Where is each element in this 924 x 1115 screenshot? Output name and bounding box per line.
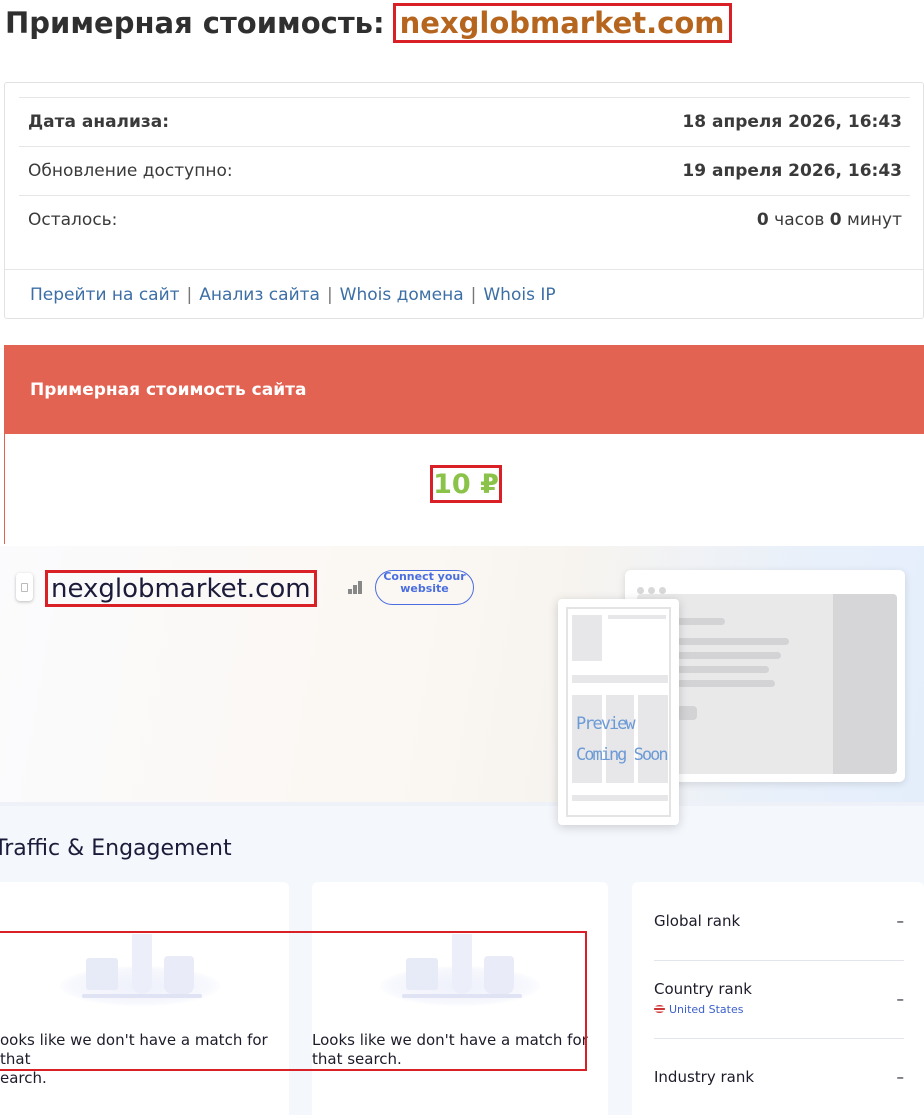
page-title: Примерная стоимость: nexglobmarket.com [5,2,732,44]
site-links: Перейти на сайт | Анализ сайта | Whois д… [5,269,923,319]
industry-rank-label: Industry rank [654,1068,755,1086]
analysis-info-card: Дата анализа: 18 апреля 2026, 16:43 Обно… [4,82,924,319]
preview-mobile-mockup: Preview Coming Soon [558,599,679,825]
us-flag-icon [654,1005,665,1013]
remaining-value: 0 часов 0 минут [757,210,902,230]
analysis-date-value: 18 апреля 2026, 16:43 [682,112,902,132]
rank-divider [654,960,904,961]
traffic-engagement-title: Traffic & Engagement [0,836,232,861]
global-rank-label: Global rank [654,912,741,930]
whois-domain-link[interactable]: Whois домена [340,285,464,305]
go-to-site-link[interactable]: Перейти на сайт [30,285,180,305]
remaining-label: Осталось: [28,210,118,230]
document-icon [16,573,33,601]
preview-label: Preview [576,714,636,734]
rank-card: Global rank – Country rank – United Stat… [632,882,924,1115]
link-separator: | [470,284,477,305]
global-rank-value: – [896,912,905,930]
industry-rank-value: – [896,1068,905,1086]
country-link[interactable]: United States [654,1003,744,1016]
update-available-label: Обновление доступно: [28,161,233,181]
analysis-date-label: Дата анализа: [28,112,170,132]
country-name: United States [669,1003,744,1016]
update-available-row: Обновление доступно: 19 апреля 2026, 16:… [19,146,910,195]
remaining-hours: 0 [756,210,769,230]
link-separator: | [326,284,333,305]
country-rank-label: Country rank [654,980,752,998]
similarweb-domain: nexglobmarket.com [45,570,317,607]
highlight-frame [0,931,587,1071]
title-domain: nexglobmarket.com [392,3,732,43]
similarweb-widget: nexglobmarket.com Connect your website P… [0,546,924,1115]
title-prefix: Примерная стоимость: [5,6,385,40]
whois-ip-link[interactable]: Whois IP [483,285,555,305]
preview-coming-soon: Preview Coming Soon [576,709,669,771]
site-analysis-link[interactable]: Анализ сайта [199,285,320,305]
bars-icon [348,581,365,594]
connect-website-button[interactable]: Connect your website [375,570,474,605]
remaining-row: Осталось: 0 часов 0 минут [19,195,910,244]
remaining-minutes-unit: минут [847,210,902,230]
country-rank-value: – [896,990,905,1008]
link-separator: | [186,284,193,305]
analysis-date-row: Дата анализа: 18 апреля 2026, 16:43 [19,97,910,146]
update-available-value: 19 апреля 2026, 16:43 [682,161,902,181]
country-rank-row: Country rank – [654,980,904,1008]
no-match-line-2: earch. [0,1069,47,1087]
hero-divider [0,802,924,806]
rank-divider [654,1038,904,1039]
site-value-heading: Примерная стоимость сайта [4,345,924,434]
coming-soon-label: Coming Soon [576,745,669,765]
industry-rank-row: Industry rank – [654,1068,904,1086]
remaining-hours-unit: часов [774,210,825,230]
global-rank-row: Global rank – [654,912,904,930]
remaining-minutes: 0 [829,210,842,230]
site-price: 10 ₽ [430,465,502,503]
